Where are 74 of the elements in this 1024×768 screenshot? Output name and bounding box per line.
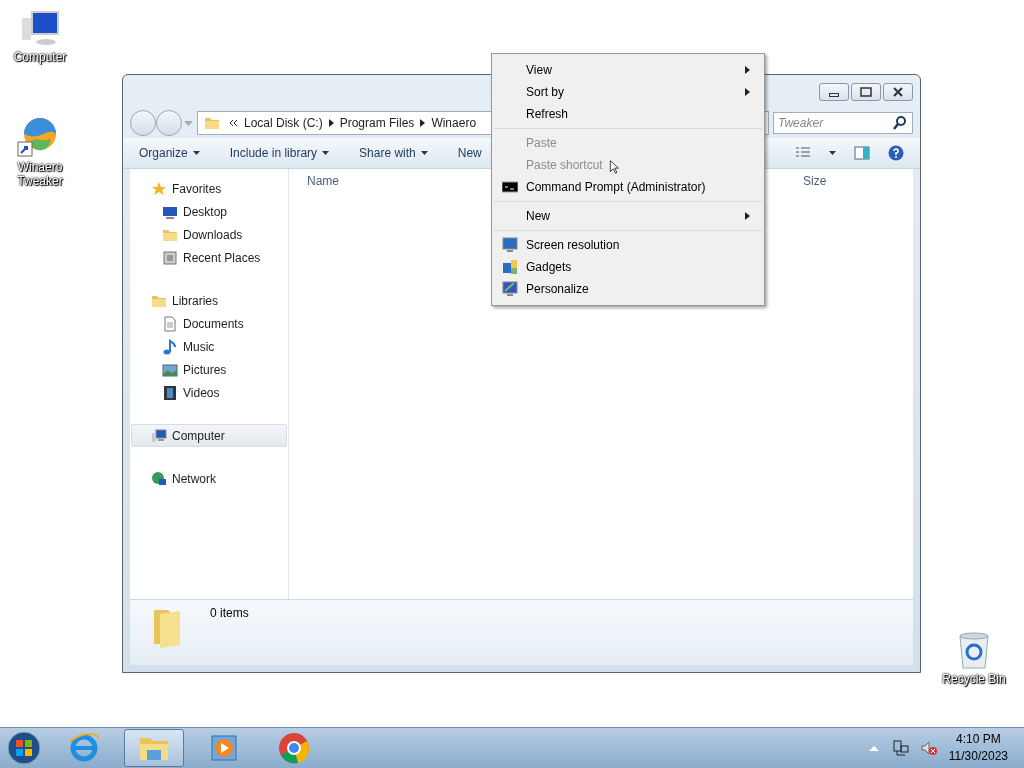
desktop-icon-label[interactable]: Recycle Bin [939, 672, 1009, 686]
folder-icon [204, 115, 220, 131]
back-button[interactable] [130, 110, 156, 136]
forward-button[interactable] [156, 110, 182, 136]
nav-item[interactable]: Recent Places [131, 246, 287, 269]
help-icon [888, 145, 904, 161]
start-button[interactable] [4, 728, 44, 768]
menu-item[interactable]: Command Prompt (Administrator) [494, 176, 762, 198]
recent-places-icon [162, 249, 178, 266]
star-icon [151, 180, 167, 197]
nav-item[interactable]: Downloads [131, 223, 287, 246]
submenu-arrow-icon [745, 88, 750, 96]
clock-date[interactable]: 11/30/2023 [948, 748, 1008, 765]
minimize-icon [829, 92, 839, 97]
nav-item[interactable]: Libraries [131, 289, 287, 312]
console-icon [502, 179, 518, 195]
submenu-arrow-icon [745, 66, 750, 74]
monitor-brush-icon [502, 281, 518, 297]
column-header[interactable]: Size [785, 174, 865, 188]
search-field[interactable]: Tweaker [773, 112, 913, 134]
desktop-icon-label[interactable]: Computer [5, 50, 75, 64]
caret-icon[interactable] [184, 120, 193, 126]
menu-item[interactable]: Personalize [494, 278, 762, 300]
network-icon [892, 740, 909, 756]
music-note-icon [162, 338, 178, 355]
chevron-icon [328, 119, 334, 127]
preview-pane-icon [854, 145, 870, 161]
breadcrumb-item[interactable]: Winaero [431, 116, 477, 130]
menu-item[interactable]: New [494, 205, 762, 227]
nav-item[interactable]: Pictures [131, 358, 287, 381]
picture-icon [162, 361, 178, 378]
gadgets-icon [502, 259, 518, 275]
nav-item[interactable]: Videos [131, 381, 287, 404]
chrome-icon [278, 732, 310, 764]
caret-icon [420, 151, 428, 155]
media-player-icon [208, 732, 240, 764]
taskbar-app[interactable] [124, 729, 184, 767]
toolbar-button[interactable]: Include in library [229, 146, 330, 160]
menu-item[interactable]: Gadgets [494, 256, 762, 278]
globe-icon [151, 470, 167, 487]
desktop-icon-label[interactable]: Winaero Tweaker [16, 160, 64, 188]
caret-icon [322, 151, 330, 155]
chevron-icon [420, 119, 426, 127]
computer-icon [151, 427, 167, 444]
minimize-button[interactable] [819, 82, 849, 101]
nav-item[interactable]: Network [131, 467, 287, 490]
menu-item[interactable]: Screen resolution [494, 234, 762, 256]
clock-time[interactable]: 4:10 PM [956, 731, 1001, 748]
nav-item[interactable]: Music [131, 335, 287, 358]
menu-item[interactable]: View [494, 59, 762, 81]
item-count: 0 items [210, 606, 249, 620]
nav-item[interactable]: Favorites [131, 177, 287, 200]
mouse-cursor [609, 160, 619, 174]
close-button[interactable] [883, 82, 913, 101]
breadcrumb-item[interactable]: Local Disk (C:) [244, 116, 323, 130]
search-icon [892, 115, 908, 131]
caret-icon [829, 151, 836, 155]
caret-icon [192, 151, 200, 155]
maximize-button[interactable] [851, 82, 881, 101]
submenu-arrow-icon [745, 212, 750, 220]
toolbar-button[interactable]: New [457, 146, 482, 160]
nav-item[interactable]: Computer [131, 424, 287, 447]
speaker-muted-icon [920, 740, 937, 756]
film-icon [162, 384, 178, 401]
toolbar-button[interactable]: Organize [139, 146, 200, 160]
browser-e-icon [68, 732, 100, 764]
monitor-icon [502, 237, 518, 253]
windows-orb-icon [7, 731, 41, 765]
nav-item[interactable]: Desktop [131, 200, 287, 223]
nav-item[interactable]: Documents [131, 312, 287, 335]
breadcrumb-item[interactable]: Program Files [339, 116, 415, 130]
menu-item[interactable]: Sort by [494, 81, 762, 103]
toolbar-button[interactable]: Share with [359, 146, 428, 160]
document-icon [162, 315, 178, 332]
